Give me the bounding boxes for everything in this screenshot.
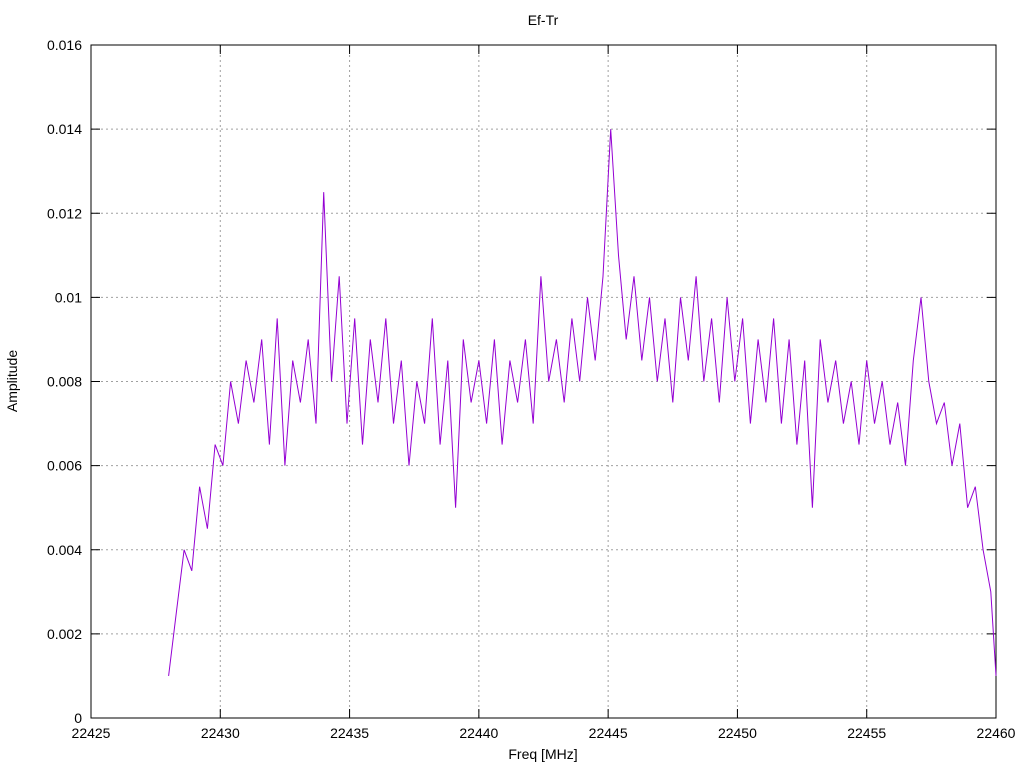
x-tick-label: 22460 [977,725,1016,741]
y-tick-label: 0.012 [47,205,82,221]
y-tick-label: 0.014 [47,121,82,137]
grid [91,45,996,718]
x-tick-label: 22450 [718,725,757,741]
x-axis-label: Freq [MHz] [508,746,577,762]
y-tick-label: 0.002 [47,626,82,642]
y-tick-label: 0.016 [47,37,82,53]
x-tick-label: 22440 [459,725,498,741]
y-axis-label: Amplitude [4,350,20,412]
y-tick-label: 0.004 [47,542,82,558]
y-tick-label: 0.008 [47,374,82,390]
series-layer [168,129,997,676]
x-tick-label: 22435 [330,725,369,741]
chart-title: Ef-Tr [528,12,559,28]
x-tick-label: 22425 [72,725,111,741]
y-tick-label: 0.006 [47,458,82,474]
x-tick-label: 22455 [847,725,886,741]
x-tick-label: 22445 [589,725,628,741]
y-tick-label: 0 [74,710,82,726]
x-tick-label: 22430 [201,725,240,741]
line-chart: 22425 22430 22435 22440 22445 22450 22455 22460… [4,12,1016,762]
chart-container: 22425 22430 22435 22440 22445 22450 22455 22460… [0,0,1024,768]
series-line [168,129,997,676]
y-tick-label: 0.01 [55,289,82,305]
